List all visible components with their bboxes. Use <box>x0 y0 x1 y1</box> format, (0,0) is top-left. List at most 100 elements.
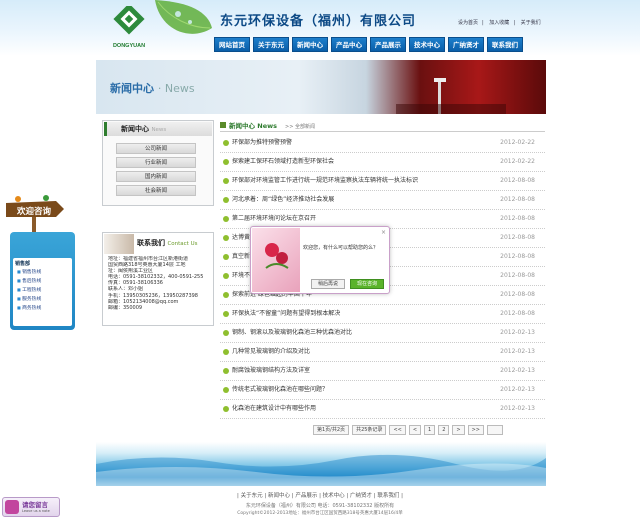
category-industry-news[interactable]: 行业新闻 <box>116 157 196 168</box>
flower-icon <box>258 238 294 272</box>
news-title[interactable]: 河北承着：周“绿色”经济推动社会发展 <box>232 191 334 209</box>
bullet-icon <box>223 178 229 184</box>
page-2-button[interactable]: 2 <box>438 425 450 435</box>
news-date: 2012-02-13 <box>500 405 535 412</box>
nav-products[interactable]: 产品中心 <box>331 37 367 52</box>
news-row[interactable]: 环保执法“不留童”问题有望得到根本解决 2012-08-08 <box>220 305 545 324</box>
close-icon[interactable]: × <box>381 229 386 236</box>
news-date: 2012-02-13 <box>500 348 535 355</box>
bullet-icon <box>223 368 229 374</box>
news-date: 2012-02-13 <box>500 329 535 336</box>
news-title[interactable]: 耐腐蚀玻璃钢结构方法及详室 <box>232 362 310 380</box>
news-category-title-cn: 新闻中心 <box>121 125 149 133</box>
news-date: 2012-02-13 <box>500 367 535 374</box>
consult-sign[interactable]: 欢迎咨询 <box>4 193 66 237</box>
bullet-icon <box>223 273 229 279</box>
news-title[interactable]: 探索建工保环石领域打造新型环保社会 <box>232 153 334 171</box>
news-row[interactable]: 环保部为推特预警预警 2012-02-22 <box>220 134 545 153</box>
consult-item[interactable]: 销售热线 <box>17 268 41 277</box>
bullet-icon <box>223 140 229 146</box>
category-domestic-news[interactable]: 国内新闻 <box>116 171 196 182</box>
top-links: 设为首页 | 加入收藏 | 关于我们 <box>458 20 541 26</box>
breadcrumb[interactable]: >> 全部新闻 <box>285 124 315 130</box>
news-date: 2012-02-13 <box>500 386 535 393</box>
news-title[interactable]: 化森池在建筑设计中有哪些作用 <box>232 400 316 418</box>
record-count: 共25条记录 <box>352 425 387 435</box>
nav-jobs[interactable]: 广纳贤才 <box>448 37 484 52</box>
news-row[interactable]: 钢制、钢滚以及玻璃钢化森池三种优森池对比 2012-02-13 <box>220 324 545 343</box>
contact-line: 邮编：350009 <box>108 304 143 311</box>
consult-item[interactable]: 服务热线 <box>17 295 41 304</box>
news-date: 2012-08-08 <box>500 253 535 260</box>
news-title[interactable]: 真空新 <box>232 248 250 266</box>
news-title[interactable]: 环境不 <box>232 267 250 285</box>
news-row[interactable]: 几种常见玻璃钢的介绍及对比 2012-02-13 <box>220 343 545 362</box>
nav-tech[interactable]: 技术中心 <box>409 37 445 52</box>
page-select[interactable] <box>487 425 503 435</box>
bullet-icon <box>223 387 229 393</box>
nav-showcase[interactable]: 产品展示 <box>370 37 406 52</box>
bullet-icon <box>223 216 229 222</box>
news-row[interactable]: 河北承着：周“绿色”经济推动社会发展 2012-08-08 <box>220 191 545 210</box>
later-button[interactable]: 稍后再说 <box>311 279 345 289</box>
consult-item[interactable]: 商务热线 <box>17 304 41 313</box>
news-title[interactable]: 环保部对环境监管工作进行统一规范环境监察执法车辆将统一执法标识 <box>232 172 418 190</box>
news-row[interactable]: 环保部对环境监管工作进行统一规范环境监察执法车辆将统一执法标识 2012-08-0… <box>220 172 545 191</box>
logo[interactable]: DONGYUAN <box>104 3 154 50</box>
consult-item[interactable]: 工程热线 <box>17 286 41 295</box>
news-title[interactable]: 几种常见玻璃钢的介绍及对比 <box>232 343 310 361</box>
bullet-icon <box>223 159 229 165</box>
last-page-button[interactable]: >> <box>467 425 484 435</box>
news-date: 2012-02-22 <box>500 158 535 165</box>
footer-copyright: Copyright©2012-2013地址：福州市台江区国贸西路318号英惠大厦… <box>237 511 403 516</box>
next-page-button[interactable]: > <box>452 425 465 435</box>
page-info: 第1页/共2页 <box>313 425 350 435</box>
bullet-icon <box>223 406 229 412</box>
contact-title: 联系我们 Contact Us <box>137 238 197 248</box>
news-date: 2012-08-08 <box>500 272 535 279</box>
bullet-icon <box>223 197 229 203</box>
banner-title: 新闻中心 · News <box>110 80 195 96</box>
contact-title-en: Contact Us <box>167 241 198 247</box>
contact-photo <box>104 234 134 254</box>
top-link-favorite[interactable]: 加入收藏 <box>489 20 509 26</box>
news-title[interactable]: 环保执法“不留童”问题有望得到根本解决 <box>232 305 340 323</box>
news-title[interactable]: 环保部为推特预警预警 <box>232 134 292 152</box>
main-nav: 网站首页 关于东元 新闻中心 产品中心 产品展示 技术中心 广纳贤才 联系我们 <box>214 37 523 53</box>
news-category-title: 新闻中心 News <box>104 122 212 136</box>
news-list-header: 新闻中心 News >> 全部新闻 <box>220 120 545 132</box>
contact-line: 手机：13950305236，13950287398 <box>108 292 198 299</box>
bullet-icon <box>223 292 229 298</box>
category-company-news[interactable]: 公司新闻 <box>116 143 196 154</box>
prev-page-button[interactable]: < <box>408 425 422 435</box>
news-row[interactable]: 化森池在建筑设计中有哪些作用 2012-02-13 <box>220 400 545 419</box>
nav-about[interactable]: 关于东元 <box>253 37 289 52</box>
site-title: 东元环保设备（福州）有限公司 <box>220 14 417 29</box>
consult-now-button[interactable]: 现在咨询 <box>350 279 384 289</box>
banner-title-en: · News <box>157 82 195 95</box>
category-social-news[interactable]: 社会新闻 <box>116 185 196 196</box>
nav-home[interactable]: 网站首页 <box>214 37 250 52</box>
news-date: 2012-08-08 <box>500 234 535 241</box>
page-1-button[interactable]: 1 <box>424 425 436 435</box>
nav-news[interactable]: 新闻中心 <box>292 37 328 52</box>
logo-text: DONGYUAN <box>113 43 145 49</box>
footer-nav[interactable]: | 关于东元 | 新闻中心 | 产品展示 | 技术中心 | 广纳贤才 | 联系我… <box>0 491 640 499</box>
top-link-about[interactable]: 关于我们 <box>521 20 541 26</box>
news-date: 2012-08-08 <box>500 291 535 298</box>
consult-item[interactable]: 售后热线 <box>17 277 41 286</box>
news-date: 2012-08-08 <box>500 196 535 203</box>
nav-contact[interactable]: 联系我们 <box>487 37 523 52</box>
news-list-title: 新闻中心 News <box>229 122 277 130</box>
contact-details: 地址：福建省福州市台江区新港街道 国贸西路318号英惠大厦14层 工地 址：闽侯… <box>108 256 212 311</box>
news-row[interactable]: 耐腐蚀玻璃钢结构方法及详室 2012-02-13 <box>220 362 545 381</box>
first-page-button[interactable]: << <box>389 425 406 435</box>
top-link-homepage[interactable]: 设为首页 <box>458 20 478 26</box>
news-date: 2012-08-08 <box>500 177 535 184</box>
news-row[interactable]: 传统老式玻璃钢化森池在哪些问题？ 2012-02-13 <box>220 381 545 400</box>
consult-list: 销售热线 售后热线 工程热线 服务热线 商务热线 <box>17 268 41 313</box>
news-row[interactable]: 探索建工保环石领域打造新型环保社会 2012-02-22 <box>220 153 545 172</box>
news-date: 2012-08-08 <box>500 215 535 222</box>
news-title[interactable]: 钢制、钢滚以及玻璃钢化森池三种优森池对比 <box>232 324 352 342</box>
news-title[interactable]: 传统老式玻璃钢化森池在哪些问题？ <box>232 381 328 399</box>
